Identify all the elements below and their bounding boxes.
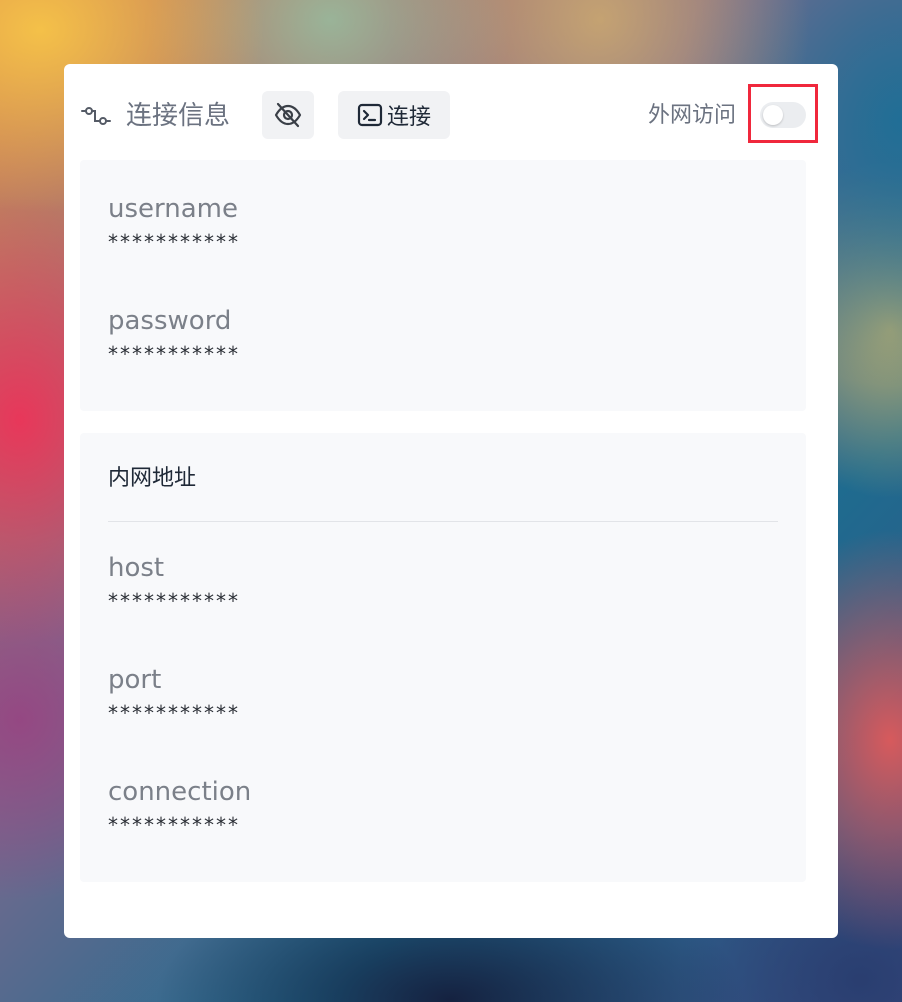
password-field: password *********** [108, 304, 240, 368]
field-label: host [108, 553, 165, 583]
section-title: 内网地址 [108, 466, 197, 491]
eye-off-icon [274, 102, 302, 128]
external-access-toggle[interactable] [760, 102, 806, 128]
connection-field: connection *********** [108, 775, 251, 839]
toggle-visibility-button[interactable] [262, 91, 314, 139]
username-field: username *********** [108, 192, 240, 256]
host-field: host *********** [108, 551, 240, 615]
terminal-icon [357, 103, 383, 127]
field-value: *********** [108, 701, 240, 725]
connect-button[interactable]: 连接 [338, 91, 450, 139]
connect-button-label: 连接 [386, 105, 431, 130]
header-title: 连接信息 [126, 101, 231, 131]
port-field: port *********** [108, 663, 240, 727]
field-value: *********** [108, 813, 240, 837]
external-access-label: 外网访问 [648, 103, 737, 128]
field-value: *********** [108, 342, 240, 366]
field-label: connection [108, 777, 252, 807]
divider [108, 521, 778, 522]
card-header: 连接信息 连接 外网访问 [64, 64, 838, 160]
link-plug-icon [81, 107, 111, 125]
field-value: *********** [108, 230, 240, 254]
internal-network-panel: 内网地址 host *********** port *********** c… [80, 433, 806, 882]
field-label: username [108, 194, 238, 224]
toggle-knob [763, 105, 783, 125]
field-value: *********** [108, 589, 240, 613]
field-label: port [108, 665, 162, 695]
connection-info-card: 连接信息 连接 外网访问 username *********** passwo… [64, 64, 838, 938]
field-label: password [108, 306, 232, 336]
credentials-panel: username *********** password **********… [80, 160, 806, 411]
